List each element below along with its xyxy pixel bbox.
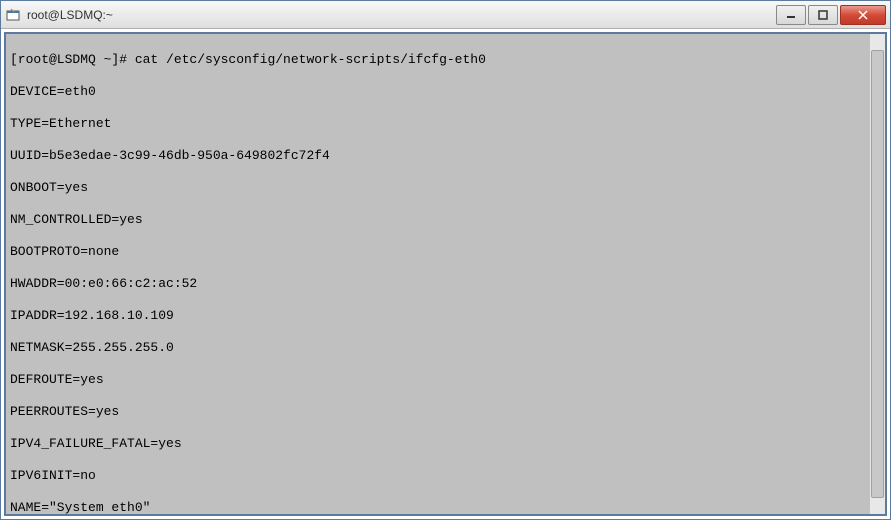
- window-controls: [774, 5, 886, 25]
- term-line: PEERROUTES=yes: [10, 404, 865, 420]
- terminal-area[interactable]: [root@LSDMQ ~]# cat /etc/sysconfig/netwo…: [4, 32, 887, 516]
- term-line: IPV4_FAILURE_FATAL=yes: [10, 436, 865, 452]
- term-line: DEFROUTE=yes: [10, 372, 865, 388]
- putty-window: root@LSDMQ:~ [root@LSDMQ ~]# cat /etc/sy…: [0, 0, 891, 520]
- selected-text-block[interactable]: [root@LSDMQ ~]# cat /etc/sysconfig/netwo…: [6, 34, 869, 516]
- close-button[interactable]: [840, 5, 886, 25]
- terminal-content[interactable]: [root@LSDMQ ~]# cat /etc/sysconfig/netwo…: [6, 34, 869, 514]
- term-line: IPV6INIT=no: [10, 468, 865, 484]
- term-line: HWADDR=00:e0:66:c2:ac:52: [10, 276, 865, 292]
- term-line: NAME="System eth0": [10, 500, 865, 516]
- term-line: DEVICE=eth0: [10, 84, 865, 100]
- vertical-scrollbar[interactable]: [869, 34, 885, 514]
- window-title: root@LSDMQ:~: [27, 8, 774, 22]
- scrollbar-track[interactable]: [870, 50, 885, 498]
- term-line: ONBOOT=yes: [10, 180, 865, 196]
- minimize-button[interactable]: [776, 5, 806, 25]
- term-line: UUID=b5e3edae-3c99-46db-950a-649802fc72f…: [10, 148, 865, 164]
- term-line: TYPE=Ethernet: [10, 116, 865, 132]
- term-line: NM_CONTROLLED=yes: [10, 212, 865, 228]
- titlebar[interactable]: root@LSDMQ:~: [1, 1, 890, 29]
- term-line: NETMASK=255.255.255.0: [10, 340, 865, 356]
- maximize-button[interactable]: [808, 5, 838, 25]
- app-icon: [5, 7, 21, 23]
- term-line: BOOTPROTO=none: [10, 244, 865, 260]
- scrollbar-thumb[interactable]: [871, 50, 884, 498]
- term-line: [root@LSDMQ ~]# cat /etc/sysconfig/netwo…: [10, 52, 865, 68]
- term-line: IPADDR=192.168.10.109: [10, 308, 865, 324]
